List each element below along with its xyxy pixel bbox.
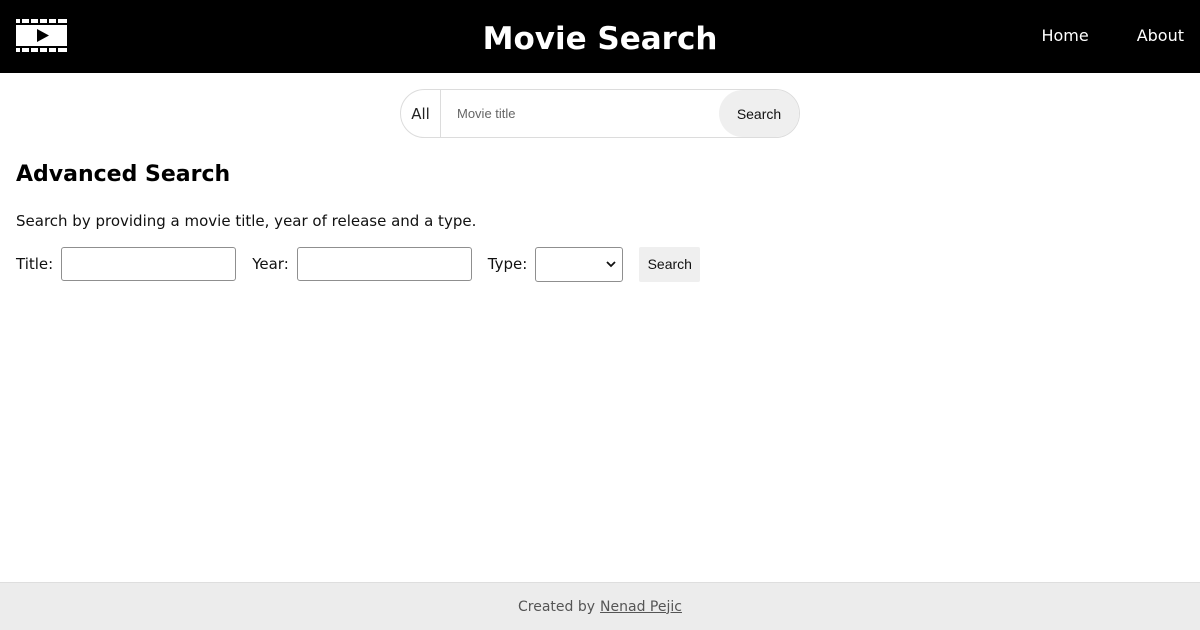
site-title: Movie Search [482, 21, 718, 57]
main-nav: Home About [1041, 25, 1184, 47]
footer-credit-prefix: Created by [518, 598, 596, 615]
quick-search-bar: All Search [400, 89, 800, 138]
advanced-search-heading: Advanced Search [16, 162, 231, 187]
advanced-search-form: Title: Year: Type: Search [16, 246, 701, 282]
title-label: Title: [16, 255, 54, 273]
title-field[interactable] [61, 247, 237, 281]
quick-search-button[interactable]: Search [719, 90, 799, 137]
nav-home-link[interactable]: Home [1041, 25, 1088, 47]
author-link[interactable]: Nenad Pejic [600, 599, 682, 615]
film-play-icon[interactable] [16, 19, 67, 52]
chevron-down-icon [606, 260, 616, 267]
site-header: Movie Search Home About [0, 0, 1200, 73]
advanced-search-button[interactable]: Search [639, 246, 701, 282]
nav-about-link[interactable]: About [1137, 25, 1184, 47]
type-label: Type: [487, 255, 528, 273]
advanced-search-description: Search by providing a movie title, year … [16, 212, 477, 230]
site-footer: Created by Nenad Pejic [0, 582, 1200, 630]
type-select[interactable] [535, 246, 624, 282]
year-label: Year: [252, 255, 289, 273]
year-field[interactable] [296, 247, 472, 281]
movie-title-search-input[interactable] [441, 90, 719, 137]
search-category-selector[interactable]: All [401, 90, 441, 137]
